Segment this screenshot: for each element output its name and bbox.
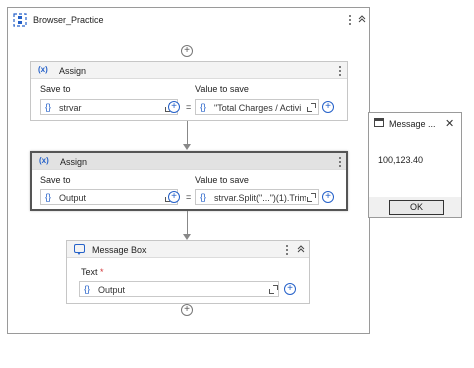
assign-1-value-text: "Total Charges / Activi bbox=[214, 103, 302, 113]
assign-2-header: (x) Assign bbox=[32, 153, 346, 170]
sequence-title: Browser_Practice bbox=[33, 15, 104, 25]
variable-icon: (x) bbox=[38, 65, 48, 74]
ok-button[interactable]: OK bbox=[389, 200, 444, 215]
close-icon[interactable]: ✕ bbox=[445, 117, 454, 130]
connector-arrow bbox=[183, 144, 191, 150]
variable-icon: (x) bbox=[39, 156, 49, 165]
equals-sign: = bbox=[186, 192, 192, 202]
dialog-body: 100,123.40 bbox=[369, 133, 461, 197]
message-box-text-field[interactable]: {} Output bbox=[79, 281, 279, 297]
assign-1-menu-icon[interactable] bbox=[335, 64, 345, 78]
assign-2-save-to-value: Output bbox=[59, 193, 87, 203]
sequence-menu-icon[interactable] bbox=[345, 13, 355, 27]
assign-1-save-to-field[interactable]: {} strvar bbox=[40, 99, 178, 115]
required-marker: * bbox=[100, 267, 104, 277]
message-box-icon bbox=[74, 244, 85, 255]
expression-brace-icon: {} bbox=[84, 284, 91, 294]
assign-1-title: Assign bbox=[59, 66, 87, 76]
assign-2-menu-icon[interactable] bbox=[335, 155, 345, 169]
add-activity-top-icon[interactable]: + bbox=[181, 45, 193, 57]
text-label-text: Text bbox=[81, 267, 98, 277]
save-to-label: Save to bbox=[40, 175, 71, 185]
expression-brace-icon: {} bbox=[200, 102, 207, 112]
message-box-collapse-icon[interactable] bbox=[295, 244, 307, 256]
expression-brace-icon: {} bbox=[45, 102, 52, 112]
save-to-label: Save to bbox=[40, 84, 71, 94]
message-box-header: Message Box bbox=[67, 241, 309, 258]
connector-line bbox=[187, 121, 188, 145]
assign-1-value-field[interactable]: {} "Total Charges / Activi bbox=[195, 99, 319, 115]
assign-activity-1[interactable]: (x) Assign Save to Value to save {} strv… bbox=[30, 61, 348, 121]
expand-editor-icon[interactable] bbox=[268, 284, 278, 294]
assign-2-save-to-field[interactable]: {} Output bbox=[40, 189, 178, 205]
message-dialog: Message ... ✕ 100,123.40 OK bbox=[368, 112, 462, 218]
assign-2-value-field[interactable]: {} strvar.Split("...")(1).Trim bbox=[195, 189, 319, 205]
message-box-title: Message Box bbox=[92, 245, 147, 255]
window-icon bbox=[374, 118, 384, 127]
connector-line bbox=[187, 211, 188, 235]
assign-2-value-text: strvar.Split("...")(1).Trim bbox=[214, 193, 306, 203]
sequence-collapse-icon[interactable] bbox=[356, 14, 368, 26]
sequence-header: Browser_Practice bbox=[8, 8, 369, 32]
dialog-title: Message ... bbox=[389, 119, 436, 129]
add-activity-bottom-icon[interactable]: + bbox=[181, 304, 193, 316]
assign-1-value-add-icon[interactable]: + bbox=[322, 101, 334, 113]
assign-1-save-to-add-icon[interactable]: + bbox=[168, 101, 180, 113]
value-to-save-label: Value to save bbox=[195, 84, 249, 94]
expand-editor-icon[interactable] bbox=[306, 102, 316, 112]
text-label: Text * bbox=[81, 267, 104, 277]
message-box-text-value: Output bbox=[98, 285, 126, 295]
expression-brace-icon: {} bbox=[200, 192, 207, 202]
sequence-icon bbox=[13, 13, 27, 27]
assign-1-header: (x) Assign bbox=[31, 62, 347, 79]
expression-brace-icon: {} bbox=[45, 192, 52, 202]
assign-1-save-to-value: strvar bbox=[59, 103, 82, 113]
equals-sign: = bbox=[186, 102, 192, 112]
assign-2-title: Assign bbox=[60, 157, 88, 167]
assign-activity-2[interactable]: (x) Assign Save to Value to save {} Outp… bbox=[30, 151, 348, 211]
message-box-menu-icon[interactable] bbox=[282, 243, 292, 257]
dialog-message: 100,123.40 bbox=[378, 155, 424, 165]
assign-2-save-to-add-icon[interactable]: + bbox=[168, 191, 180, 203]
dialog-footer: OK bbox=[369, 197, 461, 217]
dialog-titlebar: Message ... ✕ bbox=[369, 113, 461, 133]
message-box-activity[interactable]: Message Box Text * {} Output + bbox=[66, 240, 310, 304]
value-to-save-label: Value to save bbox=[195, 175, 249, 185]
assign-2-value-add-icon[interactable]: + bbox=[322, 191, 334, 203]
expand-editor-icon[interactable] bbox=[306, 192, 316, 202]
message-box-text-add-icon[interactable]: + bbox=[284, 283, 296, 295]
